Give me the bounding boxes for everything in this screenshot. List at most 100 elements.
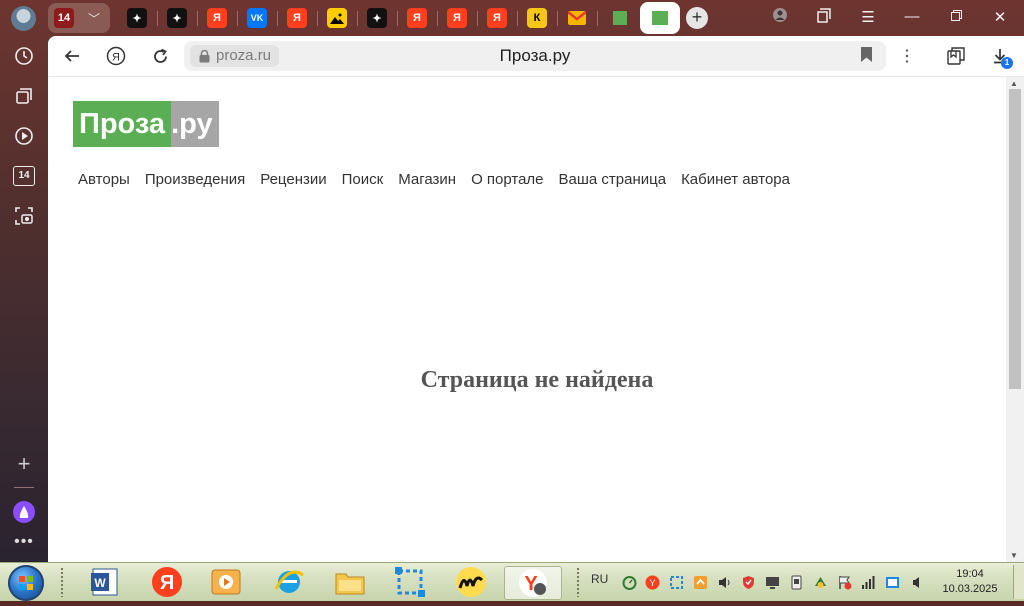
bookmark-icon[interactable]: [861, 47, 872, 67]
signal-tray-icon[interactable]: [861, 575, 876, 590]
tab-image-icon[interactable]: [327, 8, 347, 28]
tab-yandex-icon[interactable]: Я: [447, 8, 467, 28]
channel-14-label: 14: [13, 166, 35, 186]
taskbar-grip[interactable]: [576, 567, 580, 597]
scroll-down-icon[interactable]: ▼: [1010, 551, 1018, 560]
nav-search[interactable]: Поиск: [342, 171, 384, 188]
language-indicator[interactable]: RU: [591, 572, 608, 586]
tab-yandex-icon[interactable]: Я: [407, 8, 427, 28]
tab-divider: [197, 11, 198, 26]
flag-error-tray-icon[interactable]: [837, 575, 852, 590]
tab-yandex-icon[interactable]: Я: [487, 8, 507, 28]
svg-text:Y: Y: [649, 578, 655, 588]
word-app-icon[interactable]: W: [82, 566, 128, 598]
yandex-browser-taskbar-icon[interactable]: Y: [504, 566, 562, 600]
tab-green-icon[interactable]: [610, 8, 630, 28]
yandex-tray-icon[interactable]: Y: [645, 575, 660, 590]
incognito-icon[interactable]: [770, 8, 790, 26]
tab-yandex-icon[interactable]: Я: [207, 8, 227, 28]
nav-shop[interactable]: Магазин: [398, 171, 456, 188]
yandex-music-icon[interactable]: [448, 566, 494, 598]
display-settings-tray-icon[interactable]: [885, 575, 900, 590]
profile-avatar[interactable]: [11, 6, 36, 31]
tab-mail-icon[interactable]: [567, 8, 587, 28]
tab-divider: [277, 11, 278, 26]
tab-sparkle-icon[interactable]: ✦: [127, 8, 147, 28]
mountain-icon: [330, 12, 344, 24]
restore-icon[interactable]: [946, 8, 966, 25]
yandex-app-icon[interactable]: Я: [144, 566, 190, 598]
tab-group-badge: 14: [57, 12, 71, 24]
page-content: Проза .ру Авторы Произведения Рецензии П…: [48, 77, 1006, 562]
shield-tray-icon[interactable]: [741, 575, 756, 590]
menu-icon[interactable]: ☰: [858, 8, 878, 26]
tab-sparkle-icon[interactable]: ✦: [167, 8, 187, 28]
address-bar[interactable]: proza.ru Проза.ру: [184, 41, 886, 71]
snip-tray-icon[interactable]: [669, 575, 684, 590]
minimize-icon[interactable]: —: [902, 8, 922, 25]
collections-icon[interactable]: [814, 8, 834, 27]
nav-about[interactable]: О портале: [471, 171, 543, 188]
site-logo[interactable]: Проза .ру: [73, 101, 219, 147]
nav-works[interactable]: Произведения: [145, 171, 245, 188]
tab-active-proza[interactable]: [640, 2, 680, 34]
scroll-up-icon[interactable]: ▲: [1010, 79, 1018, 88]
network-share-tray-icon[interactable]: [813, 575, 828, 590]
show-desktop-button[interactable]: [1013, 565, 1024, 599]
nav-author-cabinet[interactable]: Кабинет автора: [681, 171, 790, 188]
volume-tray-icon[interactable]: [717, 575, 732, 590]
sidebar-divider: [14, 487, 34, 488]
tabs-list-icon[interactable]: [12, 84, 36, 108]
tab-divider: [477, 11, 478, 26]
tab-group-14[interactable]: 14 ﹀: [48, 3, 110, 33]
svg-text:W: W: [94, 576, 106, 590]
tab-yandex-letter: Я: [293, 12, 301, 24]
not-found-message: Страница не найдена: [420, 367, 654, 393]
updates-tray-icon[interactable]: [693, 575, 708, 590]
downloads-button[interactable]: 1: [989, 45, 1013, 69]
tab-divider: [357, 11, 358, 26]
new-tab-button[interactable]: +: [686, 7, 708, 29]
channel-14-icon[interactable]: 14: [12, 164, 36, 188]
video-player-icon[interactable]: [203, 566, 249, 598]
tab-k-letter: К: [533, 12, 541, 24]
nav-reviews[interactable]: Рецензии: [260, 171, 326, 188]
tab-yandex-icon[interactable]: Я: [287, 8, 307, 28]
history-icon[interactable]: [12, 44, 36, 68]
alice-assistant-icon[interactable]: [12, 500, 36, 524]
nav-your-page[interactable]: Ваша страница: [559, 171, 667, 188]
tab-vk-icon[interactable]: VK: [247, 8, 267, 28]
file-explorer-icon[interactable]: [327, 566, 373, 598]
tab-divider: [517, 11, 518, 26]
browser-sidebar: 14 + •••: [0, 36, 48, 562]
yandex-home-button[interactable]: Я: [105, 45, 127, 67]
more-icon[interactable]: •••: [12, 530, 36, 554]
nav-authors[interactable]: Авторы: [78, 171, 130, 188]
add-panel-icon[interactable]: +: [12, 451, 36, 476]
screenshot-icon[interactable]: [12, 204, 36, 228]
speedometer-tray-icon[interactable]: [622, 575, 637, 590]
taskbar-grip[interactable]: [60, 567, 64, 597]
speaker-tray-icon[interactable]: [909, 575, 924, 590]
bookmarks-panel-icon[interactable]: [945, 45, 967, 67]
vertical-scrollbar[interactable]: ▲ ▼: [1006, 77, 1024, 562]
monitor-tray-icon[interactable]: [765, 575, 780, 590]
reload-button[interactable]: [149, 45, 171, 67]
close-icon[interactable]: ✕: [990, 8, 1010, 26]
back-button[interactable]: [61, 45, 83, 67]
scroll-thumb[interactable]: [1009, 89, 1021, 389]
tab-divider: [597, 11, 598, 26]
snipping-tool-icon[interactable]: [387, 566, 433, 598]
chevron-down-icon[interactable]: ﹀: [88, 10, 100, 27]
internet-explorer-icon[interactable]: [266, 566, 312, 598]
system-clock[interactable]: 19:04 10.03.2025: [940, 567, 1000, 597]
tab-divider: [157, 11, 158, 26]
play-icon[interactable]: [12, 124, 36, 148]
tab-sparkle-icon[interactable]: ✦: [367, 8, 387, 28]
usb-tray-icon[interactable]: [789, 575, 804, 590]
start-button[interactable]: [8, 565, 44, 601]
more-vertical-icon[interactable]: ⋮: [896, 45, 918, 67]
logo-main-text: Проза: [73, 101, 172, 147]
tab-kinopoisk-icon[interactable]: К: [527, 8, 547, 28]
yandex-circle-icon: Я: [106, 46, 126, 66]
